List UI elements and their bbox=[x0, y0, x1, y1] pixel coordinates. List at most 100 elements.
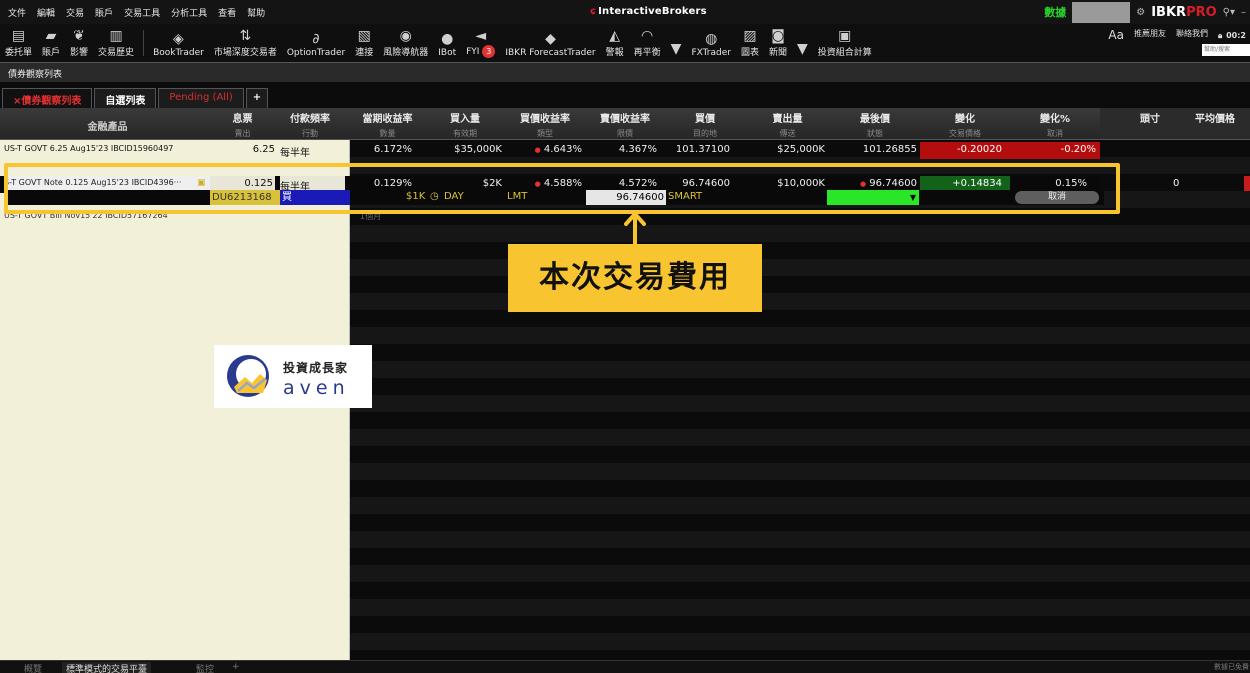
menu-file[interactable]: 文件 bbox=[8, 6, 26, 19]
data-status-label[interactable]: 數據 bbox=[1044, 4, 1066, 20]
highlight-frame bbox=[4, 163, 1120, 214]
order-icon: ▤ bbox=[11, 28, 26, 44]
col-last[interactable]: 最後價 狀態 bbox=[830, 110, 920, 139]
chevron-down-icon: ▼ bbox=[670, 41, 682, 57]
option-trader-icon: ∂ bbox=[312, 31, 320, 47]
col-ask-size[interactable]: 賣出量 傳送 bbox=[745, 110, 830, 139]
impact-button[interactable]: ❦ 影響 bbox=[65, 24, 93, 62]
risk-navigator-icon: ◉ bbox=[399, 28, 412, 44]
recommend-friend-link[interactable]: 推薦朋友 bbox=[1134, 28, 1166, 39]
tab-bar: ×債券觀察列表 自選列表 Pending (All) + bbox=[0, 82, 1250, 108]
bottom-add-tab-button[interactable]: + bbox=[232, 662, 240, 672]
forecast-icon: ◆ bbox=[545, 31, 556, 47]
ibkr-pro-logo: IBKRPRO bbox=[1151, 4, 1217, 20]
tab-custom-list[interactable]: 自選列表 bbox=[94, 88, 157, 108]
menu-edit[interactable]: 編輯 bbox=[37, 6, 55, 19]
font-size-button[interactable]: Aa bbox=[1108, 28, 1124, 42]
col-position[interactable]: 頭寸 bbox=[1120, 110, 1180, 125]
col-current-yield[interactable]: 當期收益率 數量 bbox=[350, 110, 425, 139]
portfolio-calc-icon: ▣ bbox=[838, 28, 852, 44]
chart-button[interactable]: ▨ 圖表 bbox=[736, 24, 764, 62]
news-button[interactable]: ◙ 新聞 bbox=[764, 24, 792, 62]
rebalance-button[interactable]: ◠ 再平衡 bbox=[629, 24, 666, 62]
menu-help[interactable]: 幫助 bbox=[247, 6, 265, 19]
account-icon: ▰ bbox=[45, 28, 57, 44]
connect-button[interactable]: ▧ 連接 bbox=[350, 24, 378, 62]
col-coupon[interactable]: 息票 賣出 bbox=[215, 110, 270, 139]
lock-clock: 🔒︎ 00:2 bbox=[1217, 31, 1246, 40]
row-bid: 101.37100 bbox=[675, 144, 730, 155]
market-depth-button[interactable]: ⇅ 市場深度交易者 bbox=[209, 24, 282, 62]
trade-history-button[interactable]: ▥ 交易歷史 bbox=[93, 24, 139, 62]
booktrader-icon: ◈ bbox=[173, 31, 184, 47]
col-bid-yield[interactable]: 買價收益率 類型 bbox=[505, 110, 585, 139]
logo-subtitle: aven bbox=[283, 377, 350, 399]
row-change-pct: -0.20% bbox=[1010, 142, 1100, 159]
fxtrader-icon: ◍ bbox=[705, 31, 718, 47]
news-icon: ◙ bbox=[771, 28, 785, 44]
toolbar: ▤ 委托單 ▰ 賬戶 ❦ 影響 ▥ 交易歷史 ◈ BookTrader ⇅ 市場深度交易者 … bbox=[0, 24, 1250, 62]
minimize-icon[interactable]: – bbox=[1241, 7, 1246, 18]
row-last: 101.26855 bbox=[862, 144, 917, 155]
pin-icon[interactable]: ⚲▾ bbox=[1223, 7, 1235, 18]
col-change-pct[interactable]: 變化% 取消 bbox=[1010, 110, 1100, 139]
col-instrument[interactable]: 金融產品 bbox=[0, 118, 215, 133]
option-trader-button[interactable]: ∂ OptionTrader bbox=[282, 24, 350, 62]
gear-icon[interactable]: ⚙ bbox=[1136, 7, 1145, 18]
brand-logo: ɕ InteractiveBrokers bbox=[590, 6, 707, 17]
impact-icon: ❦ bbox=[73, 28, 85, 44]
menu-analysis-tools[interactable]: 分析工具 bbox=[171, 6, 207, 19]
booktrader-button[interactable]: ◈ BookTrader bbox=[148, 24, 209, 62]
toolbar-more-dropdown[interactable]: ▼ bbox=[666, 24, 687, 62]
col-change[interactable]: 變化 交易價格 bbox=[920, 110, 1010, 139]
contact-us-link[interactable]: 聯絡我們 bbox=[1176, 28, 1208, 39]
row-current-yield: 6.172% bbox=[373, 144, 412, 155]
account-button[interactable]: ▰ 賬戶 bbox=[37, 24, 65, 62]
ibot-button[interactable]: ● IBot bbox=[433, 24, 461, 62]
connect-icon: ▧ bbox=[357, 28, 371, 44]
toolbar-more-dropdown-2[interactable]: ▼ bbox=[792, 24, 813, 62]
col-avg-price[interactable]: 平均價格 bbox=[1180, 110, 1250, 125]
add-tab-button[interactable]: + bbox=[245, 88, 269, 108]
alert-button[interactable]: ◭ 警報 bbox=[601, 24, 629, 62]
tab-bond-watchlist[interactable]: ×債券觀察列表 bbox=[2, 88, 93, 108]
col-bid-size[interactable]: 買入量 有效期 bbox=[425, 110, 505, 139]
bottom-tab-monitor[interactable]: 監控 bbox=[196, 662, 214, 673]
help-search-input[interactable]: 幫助/搜索 bbox=[1202, 44, 1250, 56]
row-instrument: US-T GOVT 6.25 Aug15'23 IBCID15960497 bbox=[4, 144, 174, 153]
table-row[interactable]: US-T GOVT 6.25 Aug15'23 IBCID15960497 6.… bbox=[0, 142, 1100, 159]
risk-navigator-button[interactable]: ◉ 風險導航器 bbox=[378, 24, 433, 62]
market-depth-icon: ⇅ bbox=[239, 28, 252, 44]
window-title: 債券觀察列表 bbox=[0, 62, 1250, 82]
row-change: -0.20020 bbox=[920, 142, 1010, 159]
menu-trading-tools[interactable]: 交易工具 bbox=[124, 6, 160, 19]
bottom-tab-bar: 概覽 標準模式的交易平臺 監控 + 數據已免費提 bbox=[0, 660, 1250, 673]
col-payment-freq[interactable]: 付款頻率 行動 bbox=[275, 110, 345, 139]
tick-dot-icon: ● bbox=[534, 146, 541, 154]
col-bid[interactable]: 買價 目的地 bbox=[665, 110, 745, 139]
menu-bar: 文件 編輯 交易 賬戶 交易工具 分析工具 查看 幫助 ɕ Interactive… bbox=[0, 0, 1250, 24]
fyi-button[interactable]: ◄ FYI 3 bbox=[461, 24, 500, 62]
fxtrader-button[interactable]: ◍ FXTrader bbox=[686, 24, 736, 62]
chart-icon: ▨ bbox=[743, 28, 757, 44]
top-right-status: 數據 ⚙ IBKRPRO ⚲▾ – bbox=[1044, 0, 1250, 24]
bottom-tab-standard-platform[interactable]: 標準模式的交易平臺 bbox=[62, 662, 152, 673]
menu-account[interactable]: 賬戶 bbox=[95, 6, 113, 19]
order-button[interactable]: ▤ 委托單 bbox=[0, 24, 37, 62]
portfolio-calc-button[interactable]: ▣ 投資組合計算 bbox=[813, 24, 877, 62]
forecast-trader-button[interactable]: ◆ IBKR ForecastTrader bbox=[500, 24, 600, 62]
lock-icon: 🔒︎ bbox=[1217, 31, 1223, 40]
menu-view[interactable]: 查看 bbox=[218, 6, 236, 19]
row-freq: 每半年 bbox=[280, 148, 310, 159]
menu-trade[interactable]: 交易 bbox=[66, 6, 84, 19]
bottom-tab-overview[interactable]: 概覽 bbox=[24, 662, 42, 673]
alert-icon: ◭ bbox=[609, 28, 621, 44]
grid-header-right: 頭寸 平均價格 bbox=[1100, 108, 1250, 140]
row-ask-size: $25,000K bbox=[777, 144, 825, 155]
row-bid-size: $35,000K bbox=[454, 144, 502, 155]
col-ask-yield[interactable]: 賣價收益率 限價 bbox=[585, 110, 665, 139]
tab-pending-all[interactable]: Pending (All) bbox=[158, 88, 244, 108]
toolbar-right: Aa 推薦朋友 聯絡我們 🔒︎ 00:2 bbox=[1108, 24, 1250, 62]
row-ask-yield: 4.367% bbox=[618, 144, 657, 155]
edge-red-marker bbox=[1244, 176, 1250, 191]
